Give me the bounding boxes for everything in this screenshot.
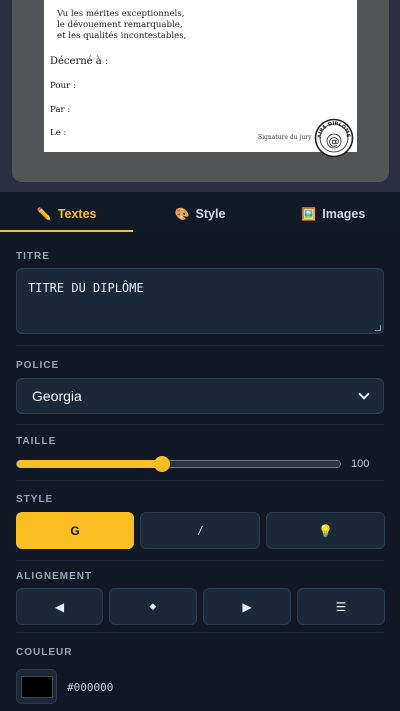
tab-images[interactable]: 🖼️ Images [267, 195, 400, 232]
font-select-value: Georgia [32, 388, 82, 404]
divider [16, 480, 384, 481]
editor-tabs: ✏️ Textes 🎨 Style 🖼️ Images [0, 195, 400, 232]
italic-button[interactable]: / [140, 512, 260, 549]
tab-label: Images [322, 206, 366, 221]
color-picker[interactable] [16, 669, 57, 704]
field-pour: Pour : [50, 81, 76, 91]
divider [16, 560, 384, 561]
align-center-button[interactable]: ◆ [109, 588, 197, 625]
tab-label: Textes [57, 206, 97, 221]
bold-button[interactable]: G [16, 512, 134, 549]
justify-icon: ☰ [335, 599, 347, 614]
color-hex-value: #000000 [67, 681, 114, 694]
style-label: STYLE [16, 494, 54, 505]
merit-line: et les qualités incontestables, [57, 30, 187, 41]
police-label: POLICE [16, 360, 60, 371]
shadow-button[interactable]: 💡 [266, 512, 385, 549]
italic-label: / [198, 523, 202, 538]
at-icon: @ [329, 135, 340, 148]
pencil-icon: ✏️ [36, 206, 52, 221]
titre-label: TITRE [16, 251, 50, 262]
divider [16, 345, 384, 346]
alignement-label: ALIGNEMENT [16, 571, 93, 582]
field-le: Le : [50, 128, 67, 138]
diploma-paper: Vu les mérites exceptionnels, le dévouem… [44, 0, 357, 158]
slider-fill [17, 460, 163, 468]
awarded-to-label: Décerné à : [50, 56, 109, 67]
align-center-icon: ◆ [149, 601, 157, 611]
align-left-button[interactable]: ◀ [16, 588, 103, 625]
merit-text: Vu les mérites exceptionnels, le dévouem… [57, 9, 186, 41]
justify-button[interactable]: ☰ [297, 588, 385, 625]
chevron-down-icon [358, 388, 370, 400]
align-left-icon: ◀ [54, 599, 65, 614]
tab-style[interactable]: 🎨 Style [133, 195, 266, 232]
palette-icon: 🎨 [174, 206, 190, 221]
size-slider[interactable] [16, 456, 341, 472]
taille-label: TAILLE [16, 436, 57, 447]
size-value: 100 [351, 458, 370, 470]
divider [16, 424, 384, 425]
title-textarea[interactable]: TITRE DU DIPLÔME [16, 268, 384, 334]
merit-line: le dévouement remarquable, [57, 19, 183, 30]
lightbulb-icon: 💡 [318, 523, 333, 538]
resize-handle-icon[interactable] [375, 325, 381, 331]
diploma-preview-area: Vu les mérites exceptionnels, le dévouem… [0, 0, 400, 192]
field-par: Par : [50, 105, 71, 115]
tab-label: Style [195, 206, 226, 221]
jury-signature-label: Signature du jury [258, 134, 312, 141]
bold-label: G [70, 523, 80, 538]
divider [16, 632, 384, 633]
couleur-label: COULEUR [16, 647, 73, 658]
title-text: TITRE DU DIPLÔME [28, 281, 144, 295]
font-select[interactable]: Georgia [16, 378, 384, 414]
color-swatch [20, 675, 53, 698]
merit-line: Vu les mérites exceptionnels, [57, 9, 185, 19]
tab-textes[interactable]: ✏️ Textes [0, 195, 134, 232]
align-right-button[interactable]: ▶ [203, 588, 291, 625]
picture-icon: 🖼️ [301, 206, 317, 221]
seal-stamp: FAIRE DIPLÔMES @ [314, 118, 354, 158]
align-right-icon: ▶ [242, 599, 252, 614]
